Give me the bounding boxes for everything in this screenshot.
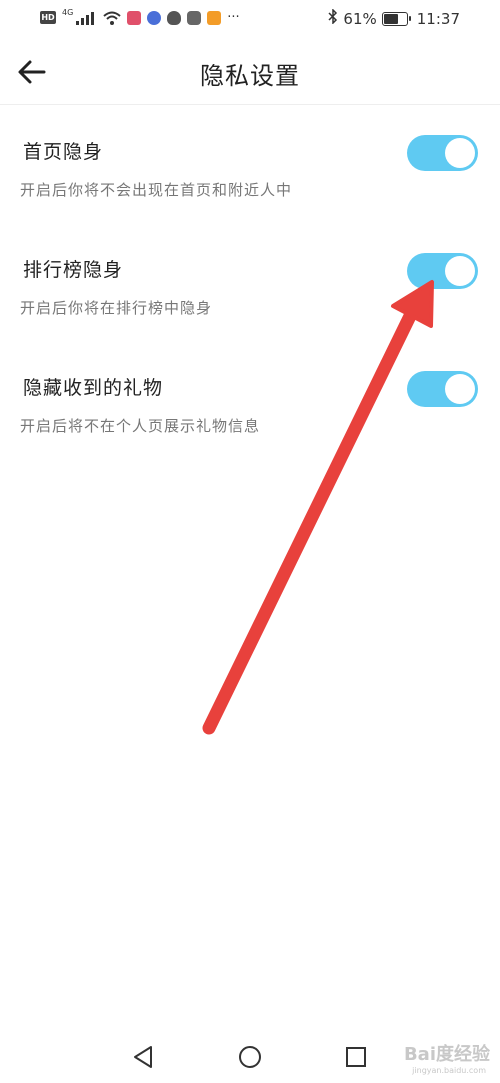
qq-icon — [167, 10, 182, 25]
app-header: 隐私设置 — [0, 40, 500, 105]
status-icons-right: 61% 11:37 — [328, 8, 460, 28]
triangle-back-icon — [134, 1046, 152, 1068]
music-icon — [147, 10, 162, 25]
watermark-url: jingyan.baidu.com — [412, 1066, 486, 1075]
nav-back-button[interactable] — [129, 1042, 159, 1072]
shield-app-icon — [187, 10, 202, 25]
watermark: Bai度经验 — [403, 1044, 490, 1065]
toggle-knob — [445, 256, 475, 286]
toggle-knob — [445, 138, 475, 168]
toggle-knob — [445, 374, 475, 404]
battery-percent: 61% — [343, 9, 377, 28]
more-notifications: ··· — [227, 10, 240, 25]
setting-title: 首页隐身 — [23, 141, 104, 163]
setting-ranking-invisible: 排行榜隐身 开启后你将在排行榜中隐身 — [0, 253, 500, 365]
setting-description: 开启后将不在个人页展示礼物信息 — [20, 417, 261, 435]
nav-recents-button[interactable] — [341, 1042, 371, 1072]
signal-icon — [75, 11, 97, 25]
battery-icon — [381, 11, 411, 26]
setting-hide-gifts: 隐藏收到的礼物 开启后将不在个人页展示礼物信息 — [0, 371, 500, 483]
square-recents-icon — [346, 1047, 366, 1067]
network-type: 4G — [62, 8, 74, 17]
homepage-invisible-toggle[interactable] — [407, 135, 478, 171]
hd-icon: HD — [40, 11, 56, 24]
app-notification-icon — [127, 10, 142, 25]
setting-homepage-invisible: 首页隐身 开启后你将不会出现在首页和附近人中 — [0, 135, 500, 247]
setting-title: 隐藏收到的礼物 — [23, 377, 164, 399]
setting-description: 开启后你将在排行榜中隐身 — [20, 299, 213, 317]
status-bar: HD 4G ··· 61% 11:37 — [0, 0, 500, 38]
circle-home-icon — [239, 1046, 261, 1068]
app-notification-icon-2 — [207, 10, 222, 25]
ranking-invisible-toggle[interactable] — [407, 253, 478, 289]
page-title: 隐私设置 — [200, 62, 300, 90]
bluetooth-icon — [328, 8, 338, 28]
setting-title: 排行榜隐身 — [23, 259, 124, 281]
clock: 11:37 — [416, 9, 460, 28]
setting-description: 开启后你将不会出现在首页和附近人中 — [20, 181, 293, 199]
hide-gifts-toggle[interactable] — [407, 371, 478, 407]
status-icons-left: HD 4G ··· — [40, 8, 240, 25]
nav-home-button[interactable] — [235, 1042, 265, 1072]
wifi-icon — [103, 11, 121, 25]
